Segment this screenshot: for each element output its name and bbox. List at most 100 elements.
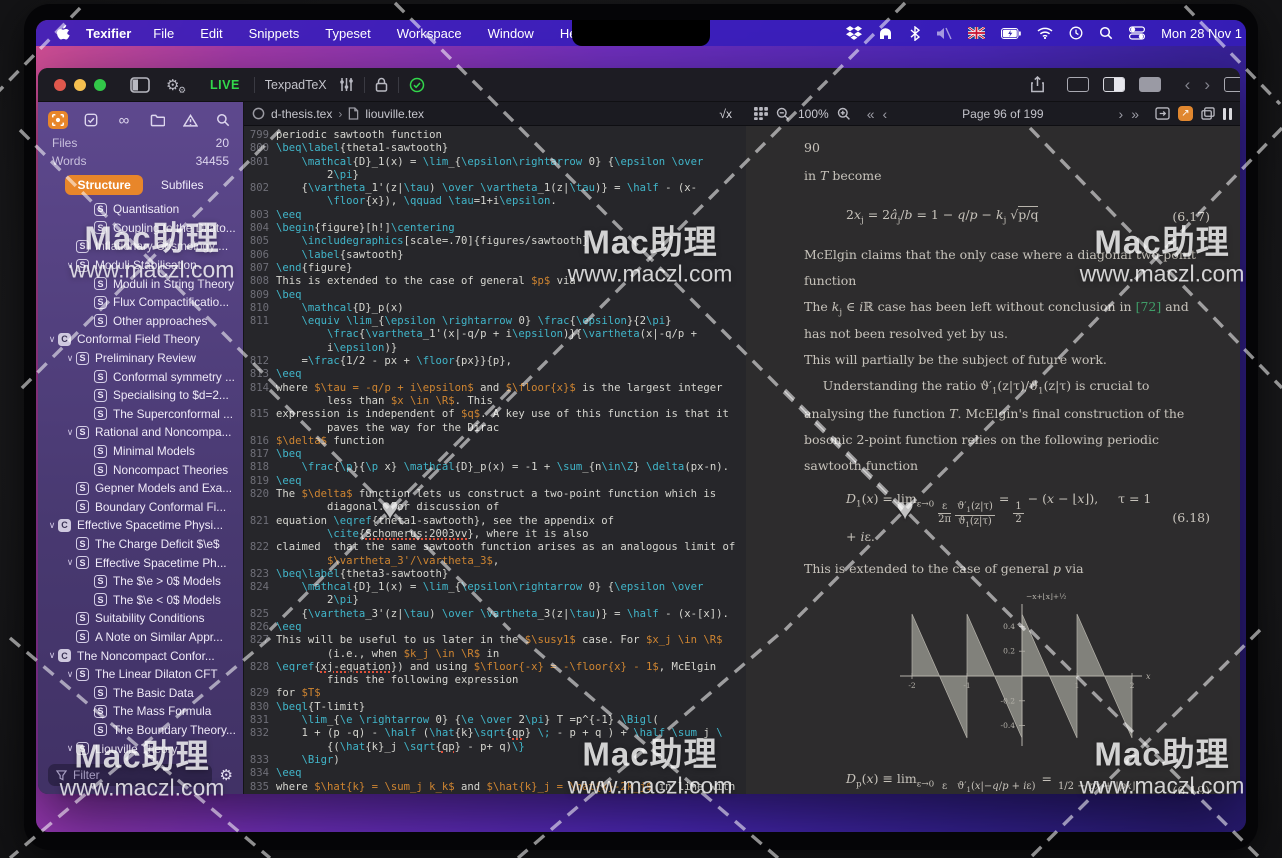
zoom-in-icon[interactable] [837,107,851,121]
tree-item[interactable]: SSpecialising to $d=2... [38,386,243,405]
dropbox-icon[interactable] [846,26,862,40]
breadcrumb-file[interactable]: liouville.tex [365,107,424,121]
audio-muted-icon[interactable] [936,27,952,40]
control-center-icon[interactable] [1129,26,1145,40]
structure-mode-icon[interactable] [48,111,68,129]
tree-item[interactable]: SThe $\e < 0$ Models [38,590,243,609]
layout-split-view-button[interactable] [1103,77,1125,92]
zoom-level[interactable]: 100% [798,107,829,121]
typeset-settings-gear-icon[interactable]: ⚙⚙ [166,76,188,93]
pause-typeset-icon[interactable] [1223,108,1232,120]
tree-item[interactable]: ∨SThe Linear Dilaton CFT [38,665,243,684]
chevron-down-icon[interactable]: ∨ [46,650,58,661]
code-line[interactable]: 800\beq\label{theta1-sawtooth} [244,142,746,155]
previous-page-icon[interactable]: ‹ [883,107,888,121]
code-line[interactable]: 816$\delta$ function [244,435,746,448]
tree-item[interactable]: SSuitability Conditions [38,609,243,628]
code-line[interactable]: 825 {\vartheta_3'(z|\tau) \over \varthet… [244,608,746,621]
code-line[interactable]: 802 {\vartheta_1'(z|\tau) \over \varthet… [244,182,746,195]
apple-menu-icon[interactable] [56,25,70,41]
code-line[interactable]: diagonal. For discussion of [244,501,746,514]
tree-item[interactable]: SQuantisation [38,200,243,219]
menu-item[interactable]: Workspace [397,26,462,41]
code-line[interactable]: 2\pi} [244,169,746,182]
last-page-icon[interactable]: » [1131,107,1139,121]
history-forward-icon[interactable]: › [1204,76,1210,93]
tree-item[interactable]: ∨CThe Noncompact Confor... [38,646,243,665]
warnings-icon[interactable] [180,111,200,129]
chevron-down-icon[interactable]: ∨ [46,520,58,531]
search-icon[interactable] [213,111,233,129]
chevron-down-icon[interactable]: ∨ [46,334,58,345]
code-line[interactable]: \floor{x}), \qquad \tau=1+i\epsilon. [244,195,746,208]
menu-item[interactable]: Snippets [249,26,300,41]
tree-item[interactable]: SBoundary Conformal Fi... [38,498,243,517]
tree-item[interactable]: SOther approaches [38,312,243,331]
sidebar-tab-subfiles[interactable]: Subfiles [149,175,216,195]
wifi-icon[interactable] [1037,27,1053,39]
share-icon[interactable] [1030,76,1045,93]
code-line[interactable]: 803\eeq [244,209,746,222]
copies-icon[interactable] [1201,107,1215,120]
code-line[interactable]: 815expression is independent of $q$. A k… [244,408,746,421]
code-line[interactable]: 831 \lim_{\e \rightarrow 0} {\e \over 2\… [244,714,746,727]
code-line[interactable]: $\vartheta_3'/\vartheta_3$, [244,555,746,568]
code-line[interactable]: less than $x \in \R$. This [244,395,746,408]
time-machine-icon[interactable] [1069,26,1083,40]
code-line[interactable]: 827This will be useful to us later in th… [244,634,746,647]
code-line[interactable]: 821equation \eqref{theta1-sawtooth}, see… [244,515,746,528]
code-line[interactable]: \frac{\vartheta_1'(x|-q/p + i\epsilon)}{… [244,328,746,341]
code-line[interactable]: (i.e., when $k_j \in \R$ in [244,648,746,661]
tree-item[interactable]: SGepner Models and Exa... [38,479,243,498]
tree-item[interactable]: ∨SRational and Noncompa... [38,423,243,442]
battery-icon[interactable] [1001,28,1021,39]
toggle-sidebar-icon[interactable] [130,77,150,93]
zoom-window-button[interactable] [94,79,106,91]
tree-item[interactable]: ∨SPreliminary Review [38,349,243,368]
tune-sliders-icon[interactable] [339,77,354,92]
code-line[interactable]: 799periodic sawtooth function [244,129,746,142]
menu-item[interactable]: Edit [200,26,222,41]
code-line[interactable]: 826\eeq [244,621,746,634]
layout-extra-button[interactable] [1224,77,1240,92]
code-line[interactable]: 813\eeq [244,368,746,381]
code-line[interactable]: 811 \equiv \lim_{\epsilon \rightarrow 0}… [244,315,746,328]
layout-editor-only-button[interactable] [1067,77,1089,92]
code-line[interactable]: i\epsilon)} [244,342,746,355]
code-line[interactable]: finds the following expression [244,674,746,687]
tree-item[interactable]: SNoncompact Theories [38,460,243,479]
spotlight-search-icon[interactable] [1099,26,1113,40]
live-typeset-label[interactable]: LIVE [210,78,240,92]
files-folder-icon[interactable] [147,111,167,129]
app-elephant-icon[interactable] [878,26,894,40]
lock-icon[interactable] [375,77,388,92]
tree-item[interactable]: SThe Charge Deficit $\e$ [38,535,243,554]
tree-item[interactable]: ∨CEffective Spacetime Physi... [38,516,243,535]
code-line[interactable]: 801 \mathcal{D}_1(x) = \lim_{\epsilon\ri… [244,156,746,169]
code-line[interactable]: 828\eqref{xj-equation}) and using $\floo… [244,661,746,674]
code-line[interactable]: 2\pi} [244,594,746,607]
chevron-down-icon[interactable]: ∨ [64,557,76,568]
tree-item[interactable]: SMinimal Models [38,442,243,461]
code-line[interactable]: 818 \frac{\p}{\p x} \mathcal{D}_p(x) = -… [244,461,746,474]
menu-item[interactable]: Typeset [325,26,371,41]
code-line[interactable]: 810 \mathcal{D}_p(x) [244,302,746,315]
math-preview-button[interactable]: √x [713,106,738,122]
keyboard-flag-uk-icon[interactable] [968,27,985,39]
tree-item[interactable]: SFlux Compactificatio... [38,293,243,312]
code-line[interactable]: 822claimed that the same sawtooth functi… [244,541,746,554]
tree-item[interactable]: SConformal symmetry ... [38,367,243,386]
tree-item[interactable]: SThe Superconformal ... [38,405,243,424]
code-line[interactable]: 829for $T$ [244,687,746,700]
tree-item[interactable]: SThe Basic Data [38,683,243,702]
code-line[interactable]: 830\beql{T-limit} [244,701,746,714]
code-line[interactable]: 812 =\frac{1/2 - px + \floor{px}}{p}, [244,355,746,368]
todo-checkbox-icon[interactable] [81,111,101,129]
typeset-ok-check-icon[interactable] [409,77,425,93]
menu-item[interactable]: File [153,26,174,41]
thumbnails-grid-icon[interactable] [754,107,768,120]
code-line[interactable]: 823\beq\label{theta3-sawtooth} [244,568,746,581]
layout-pdf-only-button[interactable] [1139,77,1161,92]
breadcrumb-root[interactable]: d-thesis.tex [271,107,332,121]
bluetooth-icon[interactable] [910,26,920,41]
